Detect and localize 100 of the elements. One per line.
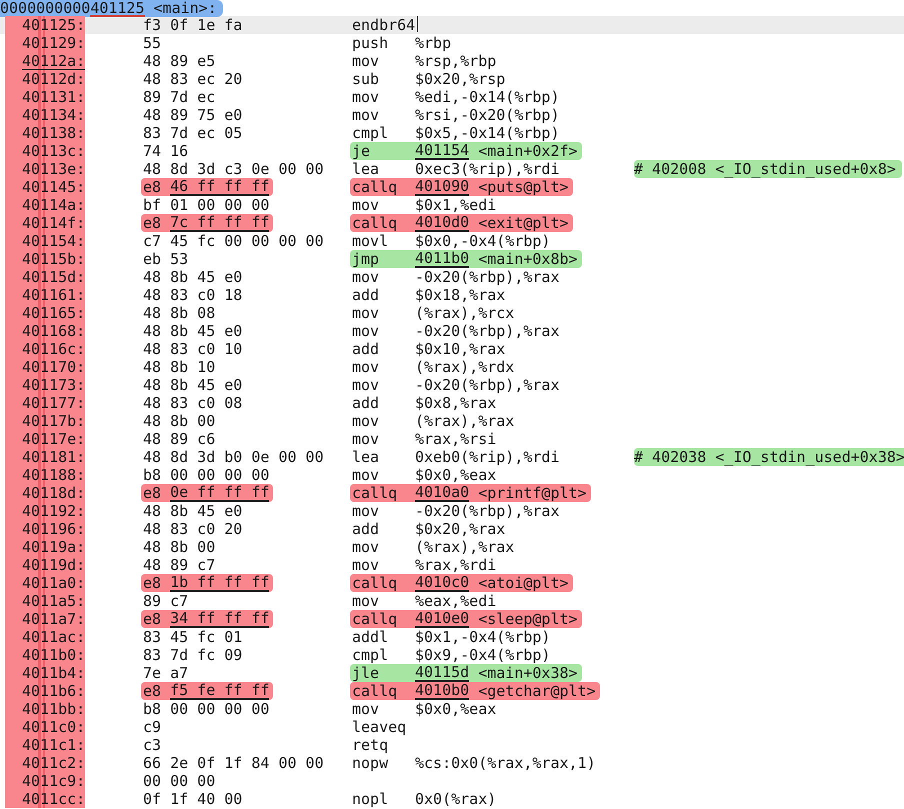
instruction-bytes: 48 8b 10 [143, 358, 216, 376]
target-address: 4011b0 [415, 250, 470, 268]
operands: $0x20,%rsp [415, 70, 506, 88]
line-address: 401177: [22, 395, 86, 413]
line-address: 40115d: [22, 269, 86, 287]
instruction-bytes: 83 45 fc 01 [143, 628, 242, 646]
operands: $0x8,%rax [415, 394, 496, 412]
operands: 0xeb0(%rip),%rdi [415, 448, 560, 466]
operands: (%rax),%rax [415, 412, 514, 430]
target-address: 401154 [415, 142, 470, 160]
offset-bytes: 0e ff ff ff [170, 484, 270, 502]
instruction-bytes: 48 8b 45 e0 [143, 376, 242, 394]
instruction-bytes: 48 8b 00 [143, 412, 216, 430]
line-address: 4011cc: [22, 791, 86, 809]
instruction-bytes: 48 83 c0 08 [143, 394, 242, 412]
line-address: 40116c: [22, 341, 86, 359]
operands: -0x20(%rbp),%rax [415, 322, 560, 340]
instruction-bytes: bf 01 00 00 00 [143, 196, 270, 214]
instruction-bytes: c7 45 fc 00 00 00 00 [143, 232, 324, 250]
target-address: 4010e0 [415, 610, 470, 628]
operands: %cs:0x0(%rax,%rax,1) [415, 754, 596, 772]
symbol-label: <puts@plt> [477, 178, 569, 196]
target-address: 401090 [415, 178, 470, 196]
mnemonic: nopw [352, 754, 390, 772]
line-address: 4011ac: [22, 629, 86, 647]
symbol-label: <exit@plt> [477, 214, 569, 232]
operands: $0x0,%eax [415, 466, 496, 484]
instruction-bytes: 48 89 75 e0 [143, 106, 242, 124]
instruction-bytes: 00 00 00 [143, 772, 216, 790]
mnemonic: cmpl [352, 646, 390, 664]
line-address: 401168: [22, 323, 86, 341]
mnemonic: callq [352, 610, 398, 628]
operands: %rsp,%rbp [415, 52, 496, 70]
line-address: 4011c2: [22, 755, 86, 773]
symbol-label: <printf@plt> [477, 484, 587, 502]
line-address: 401170: [22, 359, 86, 377]
function-symbol: <main>: [152, 0, 217, 16]
symbol-label: <main+0x38> [477, 664, 578, 682]
symbol-label: <atoi@plt> [477, 574, 569, 592]
address-prefix: 0000000000 [0, 0, 90, 16]
line-address: 4011a7: [22, 611, 86, 629]
instruction-bytes: 7e a7 [143, 664, 188, 682]
instruction-bytes: b8 00 00 00 00 [143, 466, 270, 484]
mnemonic: mov [352, 502, 380, 520]
line-address: 401145: [22, 179, 86, 197]
line-address: 401188: [22, 467, 86, 485]
operands: -0x20(%rbp),%rax [415, 376, 560, 394]
mnemonic: mov [352, 592, 380, 610]
mnemonic: callq [352, 574, 398, 592]
instruction-bytes: 83 7d fc 09 [143, 646, 242, 664]
mnemonic: add [352, 394, 380, 412]
line-address: 4011b0: [22, 647, 86, 665]
instruction-bytes: 48 89 c6 [143, 430, 216, 448]
instruction-bytes: 48 8d 3d c3 0e 00 00 [143, 160, 324, 178]
line-address: 401181: [22, 449, 86, 467]
line-address: 401165: [22, 305, 86, 323]
operands: (%rax),%rax [415, 538, 514, 556]
operands: $0x0,%eax [415, 700, 496, 718]
instruction-bytes: b8 00 00 00 00 [143, 700, 270, 718]
mnemonic: mov [352, 358, 380, 376]
instruction-bytes: 48 89 c7 [143, 556, 216, 574]
operands: $0x9,-0x4(%rbp) [415, 646, 550, 664]
operands: $0x5,-0x14(%rbp) [415, 124, 560, 142]
operands: $0x20,%rax [415, 520, 506, 538]
symbol-label: <getchar@plt> [477, 682, 596, 700]
mnemonic: mov [352, 430, 380, 448]
line-address: 4011c9: [22, 773, 86, 791]
line-address: 4011a0: [22, 575, 86, 593]
mnemonic: leaveq [352, 718, 408, 736]
opcode-byte: e8 [143, 484, 162, 502]
mnemonic: mov [352, 106, 380, 124]
mnemonic: je [352, 142, 372, 160]
line-address: 401125: [22, 17, 86, 35]
mnemonic: mov [352, 700, 380, 718]
mnemonic: mov [352, 88, 380, 106]
line-address: 40113c: [22, 143, 86, 161]
mnemonic: add [352, 286, 380, 304]
line-address: 401192: [22, 503, 86, 521]
mnemonic: movl [352, 232, 390, 250]
line-address: 40119a: [22, 539, 86, 557]
line-address: 40114f: [22, 215, 86, 233]
mnemonic: mov [352, 538, 380, 556]
instruction-bytes: 48 89 e5 [143, 52, 216, 70]
mnemonic: callq [352, 484, 398, 502]
instruction-bytes: 48 8b 00 [143, 538, 216, 556]
line-address: 401138: [22, 125, 86, 143]
opcode-byte: e8 [143, 574, 162, 592]
operands: %rax,%rdi [415, 556, 496, 574]
line-address: 401134: [22, 107, 86, 125]
target-address: 4010a0 [415, 484, 470, 502]
opcode-byte: e8 [143, 682, 162, 700]
instruction-bytes: 55 [143, 34, 162, 52]
line-address: 40117e: [22, 431, 86, 449]
operands: (%rax),%rdx [415, 358, 514, 376]
operands: (%rax),%rcx [415, 304, 514, 322]
mnemonic: addl [352, 628, 390, 646]
mnemonic: mov [352, 556, 380, 574]
mnemonic: sub [352, 70, 380, 88]
instruction-bytes: 48 83 ec 20 [143, 70, 242, 88]
mnemonic: push [352, 34, 390, 52]
